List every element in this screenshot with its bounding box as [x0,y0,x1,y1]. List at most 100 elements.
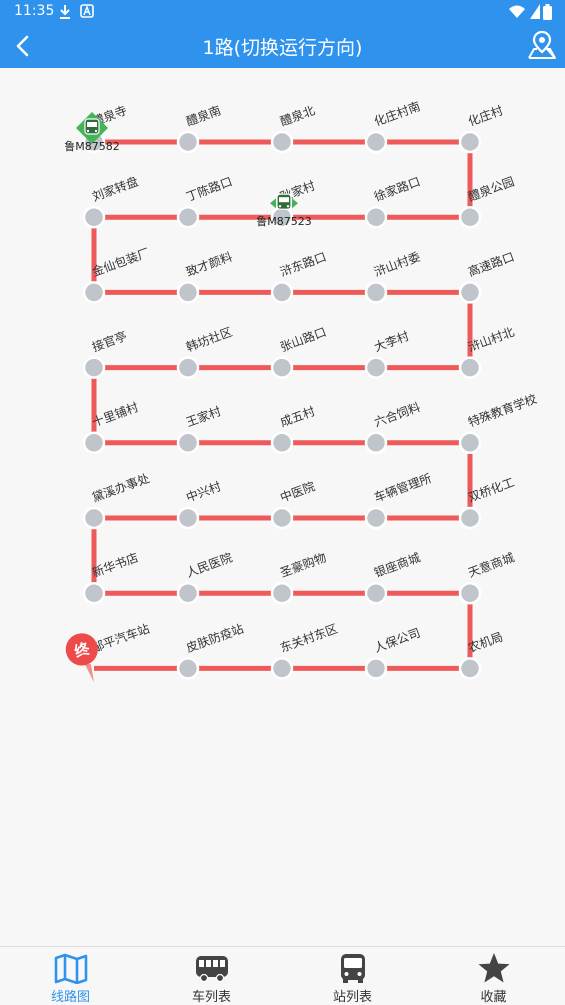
bus-front-icon [340,954,365,983]
bus-plate: 鲁M87523 [256,214,311,228]
station-dot[interactable] [458,657,482,680]
station-label[interactable]: 韩坊社区 [184,324,234,355]
station-label[interactable]: 醴泉南 [184,102,223,128]
station-dot[interactable] [364,130,388,154]
station-dot[interactable] [176,431,200,455]
station-label[interactable]: 醴泉北 [278,103,317,128]
download-icon [60,5,70,19]
station-label[interactable]: 天意商城 [466,550,516,581]
station-label[interactable]: 徐家路口 [372,174,422,205]
station-label[interactable]: 邹平汽车站 [90,621,152,656]
status-time: 11:35 [14,3,55,19]
station-dot[interactable] [458,281,482,304]
tab-station-list[interactable]: 站列表 [282,947,423,1005]
station-label[interactable]: 新华书店 [90,550,140,581]
station-dot[interactable] [176,506,200,530]
station-dot[interactable] [176,130,200,154]
station-label[interactable]: 人保公司 [372,626,422,656]
battery-icon [543,4,552,20]
station-label[interactable]: 接官亭 [90,328,129,354]
bus-side-icon [195,956,228,983]
station-dot[interactable] [176,205,200,229]
station-dot[interactable] [270,506,294,530]
map-location-icon[interactable] [525,28,559,62]
station-dot[interactable] [82,356,106,379]
station-label[interactable]: 特殊教育学校 [466,391,539,430]
station-label[interactable]: 浒山村委 [372,250,422,280]
station-dot[interactable] [364,506,388,530]
station-label[interactable]: 浒山村北 [466,325,516,355]
station-label[interactable]: 皮肤防疫站 [184,621,246,656]
bus-icon [84,118,100,135]
station-dot[interactable] [270,431,294,455]
tab-favorites-label: 收藏 [480,990,507,1005]
station-label[interactable]: 化庄村 [466,102,505,128]
station-dot[interactable] [364,205,388,229]
station-label[interactable]: 浒东路口 [278,249,328,280]
station-label[interactable]: 中医院 [278,478,317,504]
station-dot[interactable] [458,130,482,154]
station-label[interactable]: 王家村 [184,403,223,429]
station-dot[interactable] [364,657,388,680]
page-title[interactable]: 1路(切换运行方向) [0,33,565,60]
station-label[interactable]: 刘家转盘 [90,174,140,205]
station-label[interactable]: 化庄村南 [372,98,422,129]
station-dot[interactable] [176,657,200,680]
station-dot[interactable] [176,581,200,605]
station-dot[interactable] [82,205,106,229]
route-map: 醴泉寺 醴泉南 醴泉北 化庄村南 化庄村醴泉公园徐家路口耿家村丁陈路口刘家转盘金仙包装厂… [64,98,539,683]
station-label[interactable]: 东关村东区 [278,622,339,656]
station-label[interactable]: 双桥化工 [466,475,516,505]
tab-bus-list-label: 车列表 [191,990,231,1005]
station-label[interactable]: 十里铺村 [90,400,140,430]
map-icon [54,953,87,984]
tab-bus-list[interactable]: 车列表 [141,947,282,1005]
station-dot[interactable] [458,581,482,605]
station-label[interactable]: 高速路口 [466,249,516,280]
station-label[interactable]: 成五村 [278,404,317,429]
station-label[interactable]: 圣豪购物 [278,550,328,581]
station-dot[interactable] [364,581,388,605]
station-dot[interactable] [270,581,294,605]
station-label[interactable]: 六合饲料 [372,399,422,430]
station-label[interactable]: 车辆管理所 [372,470,434,505]
wifi-icon [509,5,525,18]
tab-favorites[interactable]: 收藏 [423,947,564,1005]
station-label[interactable]: 醴泉公园 [466,174,516,204]
station-dot[interactable] [82,581,106,605]
station-dot[interactable] [82,431,106,455]
station-dot[interactable] [82,506,106,530]
station-dot[interactable] [270,281,294,304]
bus-icon [276,193,292,210]
station-dot[interactable] [458,356,482,379]
station-label[interactable]: 金仙包装厂 [90,245,152,280]
station-dot[interactable] [364,281,388,304]
station-label[interactable]: 中兴村 [184,478,223,504]
bottom-nav: 线路图 车列表 站列表 收藏 [0,946,565,1005]
station-dot[interactable] [270,130,294,154]
station-label[interactable]: 人民医院 [184,550,234,580]
station-dot[interactable] [364,431,388,455]
station-dot[interactable] [458,205,482,229]
tab-route-map-label: 线路图 [50,990,90,1005]
station-dot[interactable] [82,281,106,304]
station-label[interactable]: 致才颜料 [184,249,234,280]
station-dot[interactable] [270,657,294,680]
station-label[interactable]: 张山路口 [278,324,328,355]
station-dot[interactable] [270,356,294,379]
station-dot[interactable] [364,356,388,379]
tab-route-map[interactable]: 线路图 [0,947,141,1005]
station-dot[interactable] [176,356,200,379]
station-label[interactable]: 黛溪办事处 [90,470,152,505]
station-label[interactable]: 银座商城 [372,550,422,581]
status-bar: 11:35 [0,0,565,24]
bus-plate: 鲁M87582 [64,139,119,153]
station-dot[interactable] [176,281,200,304]
station-dot[interactable] [458,431,482,455]
station-dot[interactable] [458,506,482,530]
station-label[interactable]: 丁陈路口 [184,174,234,205]
app-notification-icon [80,4,94,18]
station-label[interactable]: 大李村 [372,328,411,354]
tab-station-list-label: 站列表 [332,990,372,1005]
signal-icon [530,4,540,19]
